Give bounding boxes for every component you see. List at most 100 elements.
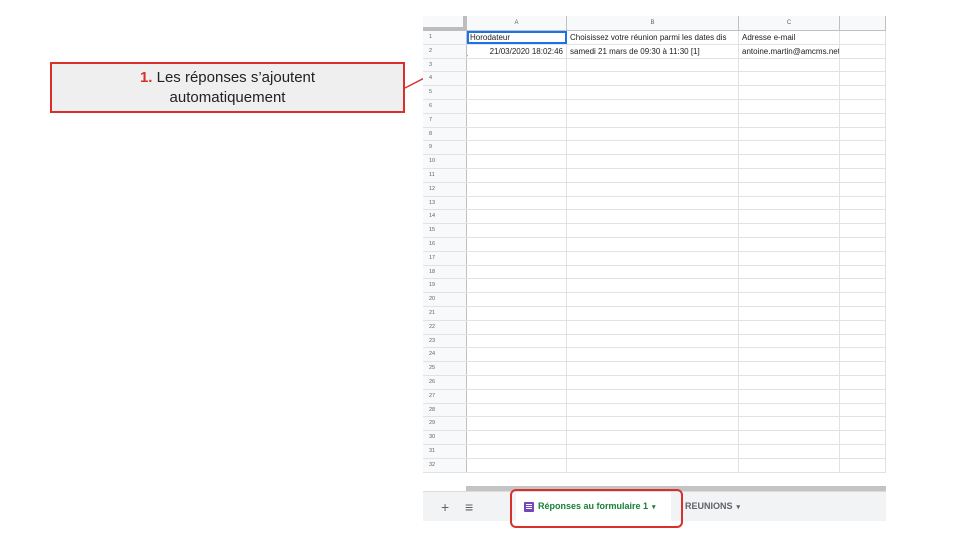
cell-a16[interactable] [467,237,567,251]
cell-c5[interactable] [739,86,840,99]
cell-c16[interactable] [739,237,840,251]
cell-b14[interactable] [567,210,739,224]
cell-d30[interactable] [840,431,886,444]
cell-b15[interactable] [567,224,739,237]
row-number[interactable]: 17 [423,251,467,265]
cell-d22[interactable] [840,320,886,334]
cell-d28[interactable] [840,403,886,417]
cell-c13[interactable] [739,196,840,210]
cell-b4[interactable] [567,72,739,86]
add-sheet-button[interactable]: + [441,499,449,515]
cell-a18[interactable] [467,265,567,279]
row-number[interactable]: 9 [423,141,467,155]
cell-a6[interactable] [467,99,567,113]
cell-d27[interactable] [840,389,886,403]
cell-a2[interactable]: 21/03/2020 18:02:46 [467,44,567,58]
row-number[interactable]: 10 [423,155,467,168]
cell-d5[interactable] [840,86,886,99]
cell-d13[interactable] [840,196,886,210]
cell-c26[interactable] [739,375,840,389]
cell-d1[interactable] [840,31,886,44]
row-number[interactable]: 22 [423,320,467,334]
cell-b3[interactable] [567,58,739,72]
cell-d32[interactable] [840,458,886,472]
cell-d20[interactable] [840,293,886,306]
cell-c6[interactable] [739,99,840,113]
row-number[interactable]: 16 [423,237,467,251]
column-header-b[interactable]: B [567,16,739,31]
row-number[interactable]: 20 [423,293,467,306]
cell-b2[interactable]: samedi 21 mars de 09:30 à 11:30 [1] [567,44,739,58]
cell-d4[interactable] [840,72,886,86]
row-number[interactable]: 3 [423,58,467,72]
cell-d2[interactable] [840,44,886,58]
cell-b22[interactable] [567,320,739,334]
cell-d10[interactable] [840,155,886,168]
cell-a22[interactable] [467,320,567,334]
cell-c7[interactable] [739,113,840,127]
cell-b31[interactable] [567,444,739,458]
cell-a23[interactable] [467,334,567,348]
cell-d29[interactable] [840,417,886,431]
cell-a11[interactable] [467,168,567,182]
cell-c8[interactable] [739,127,840,141]
column-header-d[interactable] [840,16,886,31]
cell-d26[interactable] [840,375,886,389]
cell-b17[interactable] [567,251,739,265]
row-number[interactable]: 28 [423,403,467,417]
row-number[interactable]: 7 [423,113,467,127]
cell-a24[interactable] [467,348,567,362]
cell-c30[interactable] [739,431,840,444]
cell-b16[interactable] [567,237,739,251]
cell-c29[interactable] [739,417,840,431]
cell-a21[interactable] [467,306,567,320]
cell-d12[interactable] [840,182,886,196]
cell-a12[interactable] [467,182,567,196]
cell-c17[interactable] [739,251,840,265]
chevron-down-icon[interactable]: ▾ [737,504,741,511]
row-number[interactable]: 8 [423,127,467,141]
cell-c18[interactable] [739,265,840,279]
cell-d21[interactable] [840,306,886,320]
row-number[interactable]: 27 [423,389,467,403]
row-number[interactable]: 26 [423,375,467,389]
row-number[interactable]: 4 [423,72,467,86]
cell-c32[interactable] [739,458,840,472]
cell-c2[interactable]: antoine.martin@amcms.net [739,44,840,58]
cell-a15[interactable] [467,224,567,237]
cell-c24[interactable] [739,348,840,362]
cell-b5[interactable] [567,86,739,99]
cell-c31[interactable] [739,444,840,458]
cell-a17[interactable] [467,251,567,265]
cell-b7[interactable] [567,113,739,127]
cell-b8[interactable] [567,127,739,141]
cell-a5[interactable] [467,86,567,99]
tab-reunions[interactable]: REUNIONS ▾ [685,492,740,521]
cell-d31[interactable] [840,444,886,458]
cell-d14[interactable] [840,210,886,224]
cell-c3[interactable] [739,58,840,72]
cell-d25[interactable] [840,362,886,375]
cell-b18[interactable] [567,265,739,279]
row-number[interactable]: 6 [423,99,467,113]
cell-b13[interactable] [567,196,739,210]
cell-d8[interactable] [840,127,886,141]
cell-c25[interactable] [739,362,840,375]
cell-d11[interactable] [840,168,886,182]
cell-b27[interactable] [567,389,739,403]
cell-a10[interactable] [467,155,567,168]
cell-c22[interactable] [739,320,840,334]
cell-d16[interactable] [840,237,886,251]
cell-d18[interactable] [840,265,886,279]
row-number[interactable]: 32 [423,458,467,472]
cell-d15[interactable] [840,224,886,237]
cell-a29[interactable] [467,417,567,431]
cell-a20[interactable] [467,293,567,306]
row-number[interactable]: 31 [423,444,467,458]
row-number[interactable]: 25 [423,362,467,375]
cell-c10[interactable] [739,155,840,168]
row-number[interactable]: 23 [423,334,467,348]
cell-d23[interactable] [840,334,886,348]
cell-b12[interactable] [567,182,739,196]
column-header-a[interactable]: A [467,16,567,31]
